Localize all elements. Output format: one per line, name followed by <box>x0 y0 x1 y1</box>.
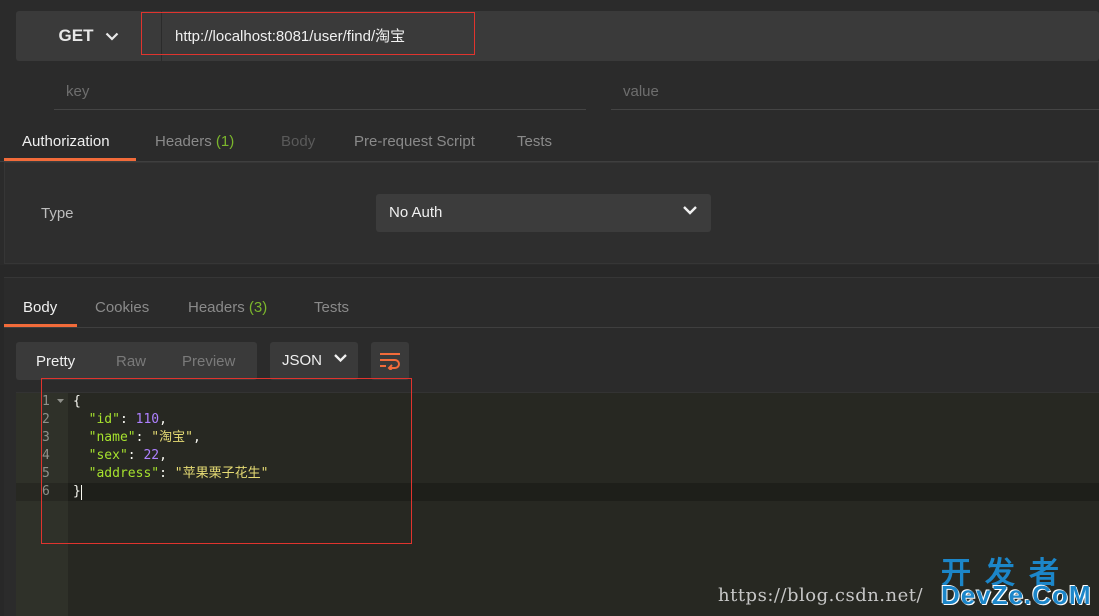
response-body-editor[interactable] <box>16 392 1099 616</box>
param-key-placeholder: key <box>66 83 90 100</box>
watermark-url: https://blog.csdn.net/ <box>718 585 924 606</box>
response-tabs-rule <box>4 327 1099 328</box>
chevron-down-icon <box>683 206 697 215</box>
line-number: 2 <box>42 412 50 427</box>
fold-arrow-icon[interactable] <box>57 399 64 404</box>
json-comma: , <box>159 448 167 463</box>
json-value: 22 <box>143 448 160 463</box>
line-number: 1 <box>42 394 50 409</box>
active-line-highlight <box>68 483 1099 501</box>
chevron-down-icon <box>334 354 347 363</box>
json-line: "address": "苹果栗子花生" <box>88 466 269 481</box>
json-line: "id": 110, <box>88 412 167 427</box>
tab-label: Authorization <box>22 133 110 150</box>
tab-label: Cookies <box>95 299 150 316</box>
language-select[interactable]: JSON <box>270 342 358 380</box>
json-value: "淘宝" <box>151 430 193 445</box>
method-divider <box>161 11 162 61</box>
tab-label: Body <box>23 299 58 316</box>
response-tab-body[interactable]: Body <box>23 299 57 316</box>
tab-headers[interactable]: Headers (1) <box>155 133 234 150</box>
json-open-brace: { <box>73 394 81 409</box>
tab-body[interactable]: Body <box>281 133 315 150</box>
method-label: GET <box>58 26 94 45</box>
watermark-brand-en: DevZe.CoM <box>941 580 1092 610</box>
headers-count: (1) <box>215 133 235 150</box>
tab-label: Pre-request Script <box>354 133 475 150</box>
format-pretty-button[interactable]: Pretty <box>36 353 75 370</box>
line-number: 3 <box>42 430 50 445</box>
wrap-lines-button[interactable] <box>371 342 409 380</box>
auth-type-label: Type <box>41 205 74 222</box>
tab-authorization-underline <box>4 158 136 161</box>
tab-label: Headers <box>188 299 245 316</box>
line-number: 6 <box>42 484 50 499</box>
param-value-placeholder: value <box>623 83 659 100</box>
chevron-down-icon <box>106 32 119 41</box>
json-comma: , <box>159 412 167 427</box>
json-value: 110 <box>135 412 160 427</box>
param-value-input[interactable]: value <box>611 78 1099 110</box>
response-tab-headers[interactable]: Headers (3) <box>188 299 267 316</box>
json-value: "苹果栗子花生" <box>174 466 269 481</box>
tab-label: Headers <box>155 133 212 150</box>
json-line: "name": "淘宝", <box>88 430 201 445</box>
method-select[interactable]: GET <box>16 11 162 61</box>
json-key: "sex" <box>88 448 128 463</box>
response-tab-tests[interactable]: Tests <box>314 299 349 316</box>
tab-authorization[interactable]: Authorization <box>22 133 110 150</box>
json-comma: , <box>192 430 201 445</box>
response-tab-body-underline <box>4 324 77 327</box>
json-line: "sex": 22, <box>88 448 167 463</box>
tab-label: Tests <box>314 299 350 316</box>
language-value: JSON <box>282 352 323 369</box>
json-close-brace: } <box>73 484 81 499</box>
tab-tests[interactable]: Tests <box>517 133 552 150</box>
json-key: "name" <box>88 430 136 445</box>
param-key-input[interactable]: key <box>54 78 586 110</box>
wrap-lines-icon <box>380 353 400 370</box>
tab-pre-request-script[interactable]: Pre-request Script <box>354 133 475 150</box>
line-number: 5 <box>42 466 50 481</box>
headers-count: (3) <box>248 299 268 316</box>
tab-label: Body <box>281 133 316 150</box>
text-cursor <box>81 485 82 500</box>
format-raw-button[interactable]: Raw <box>116 353 146 370</box>
json-key: "id" <box>88 412 120 427</box>
json-key: "address" <box>88 466 160 481</box>
tab-label: Tests <box>517 133 553 150</box>
url-input[interactable]: http://localhost:8081/user/find/淘宝 <box>175 25 405 46</box>
auth-type-select[interactable]: No Auth <box>376 194 711 232</box>
format-preview-button[interactable]: Preview <box>182 353 235 370</box>
auth-type-value: No Auth <box>389 204 443 221</box>
line-number: 4 <box>42 448 50 463</box>
response-tab-cookies[interactable]: Cookies <box>95 299 149 316</box>
